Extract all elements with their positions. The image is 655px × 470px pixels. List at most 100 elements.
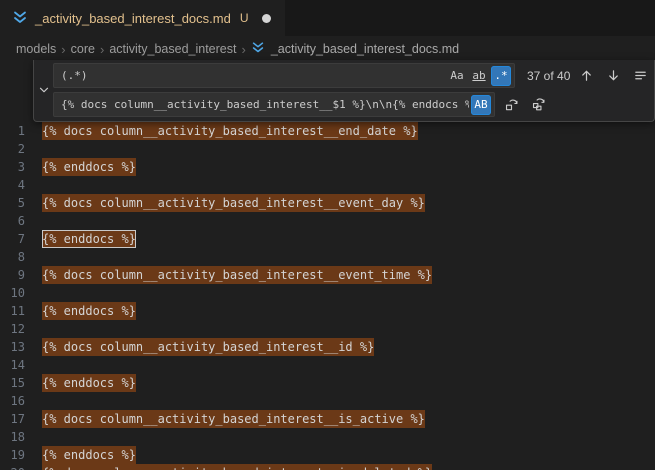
whole-word-button[interactable]: ab [469,66,489,86]
toggle-replace-button[interactable] [34,63,53,117]
line-number[interactable]: 17 [0,410,42,428]
replace-row: {% docs column__activity_based_interest_… [53,92,655,117]
find-input[interactable]: (.*) [61,69,445,82]
code-line: 17{% docs column__activity_based_interes… [0,410,655,428]
code-line: 2 [0,140,655,158]
code-line: 4 [0,176,655,194]
search-match: {% enddocs %} [42,158,136,176]
line-content[interactable]: {% docs column__activity_based_interest_… [42,122,418,140]
line-content[interactable]: {% enddocs %} [42,230,136,248]
previous-match-button[interactable] [576,65,597,86]
find-input-box: (.*) Aa ab .* [53,63,515,88]
find-row: (.*) Aa ab .* 37 of 40 [53,63,655,88]
replace-input[interactable]: {% docs column__activity_based_interest_… [61,98,469,111]
code-line: 14 [0,356,655,374]
search-match: {% docs column__activity_based_interest_… [42,122,418,140]
search-match: {% docs column__activity_based_interest_… [42,410,425,428]
current-search-match: {% enddocs %} [42,230,136,248]
code-line: 18 [0,428,655,446]
code-line: 10 [0,284,655,302]
breadcrumb-item-models[interactable]: models [16,42,56,56]
breadcrumb-item-folder[interactable]: activity_based_interest [109,42,236,56]
code-line: 3{% enddocs %} [0,158,655,176]
line-content[interactable]: {% enddocs %} [42,374,136,392]
code-line: 8 [0,248,655,266]
line-number[interactable]: 16 [0,392,42,410]
line-number[interactable]: 9 [0,266,42,284]
code-line: 9{% docs column__activity_based_interest… [0,266,655,284]
chevron-down-icon [37,83,51,97]
replace-button[interactable] [501,94,522,115]
editor-tab[interactable]: _activity_based_interest_docs.md U [0,0,285,36]
breadcrumb-separator: › [241,42,245,57]
line-number[interactable]: 20 [0,464,42,470]
replace-all-icon [531,97,546,112]
match-case-button[interactable]: Aa [447,66,467,86]
line-number[interactable]: 7 [0,230,42,248]
arrow-down-icon [606,68,621,83]
code-line: 7{% enddocs %} [0,230,655,248]
line-number[interactable]: 19 [0,446,42,464]
arrow-up-icon [579,68,594,83]
line-number[interactable]: 2 [0,140,42,158]
line-number[interactable]: 12 [0,320,42,338]
line-content[interactable]: {% docs column__activity_based_interest_… [42,338,374,356]
code-line: 19{% enddocs %} [0,446,655,464]
breadcrumb-item-file[interactable]: _activity_based_interest_docs.md [251,41,459,57]
code-line: 13{% docs column__activity_based_interes… [0,338,655,356]
search-match: {% enddocs %} [42,302,136,320]
line-content[interactable]: {% enddocs %} [42,158,136,176]
line-number[interactable]: 4 [0,176,42,194]
line-number[interactable]: 5 [0,194,42,212]
line-number[interactable]: 8 [0,248,42,266]
editor-lines: 1{% docs column__activity_based_interest… [0,122,655,470]
tab-bar: _activity_based_interest_docs.md U [0,0,655,36]
line-content[interactable]: {% docs column__activity_based_interest_… [42,266,432,284]
line-content[interactable]: {% docs column__activity_based_interest_… [42,464,432,470]
line-number[interactable]: 3 [0,158,42,176]
line-number[interactable]: 14 [0,356,42,374]
line-number[interactable]: 10 [0,284,42,302]
search-match: {% docs column__activity_based_interest_… [42,266,432,284]
line-content[interactable]: {% enddocs %} [42,446,136,464]
breadcrumb-item-core[interactable]: core [71,42,95,56]
replace-all-button[interactable] [528,94,549,115]
breadcrumb-separator: › [61,42,65,57]
git-status-badge: U [240,11,249,25]
preserve-case-button[interactable]: AB [471,95,491,115]
find-replace-widget: (.*) Aa ab .* 37 of 40 [33,60,655,122]
next-match-button[interactable] [603,65,624,86]
markdown-file-icon [251,41,267,57]
search-match: {% docs column__activity_based_interest_… [42,464,432,470]
markdown-file-icon [12,10,28,26]
search-match: {% enddocs %} [42,374,136,392]
search-match: {% enddocs %} [42,446,136,464]
find-in-selection-button[interactable] [630,65,651,86]
breadcrumb-separator: › [100,42,104,57]
results-count: 37 of 40 [527,69,570,83]
code-line: 12 [0,320,655,338]
line-number[interactable]: 11 [0,302,42,320]
line-content[interactable]: {% docs column__activity_based_interest_… [42,410,425,428]
code-line: 6 [0,212,655,230]
line-content[interactable]: {% enddocs %} [42,302,136,320]
line-number[interactable]: 6 [0,212,42,230]
line-number[interactable]: 15 [0,374,42,392]
unsaved-indicator-dot[interactable] [262,14,271,23]
code-line: 11{% enddocs %} [0,302,655,320]
search-match: {% docs column__activity_based_interest_… [42,338,374,356]
code-line: 15{% enddocs %} [0,374,655,392]
breadcrumb: models › core › activity_based_interest … [0,36,655,62]
line-content[interactable]: {% docs column__activity_based_interest_… [42,194,425,212]
line-number[interactable]: 18 [0,428,42,446]
line-number[interactable]: 13 [0,338,42,356]
replace-icon [504,97,519,112]
regex-button[interactable]: .* [491,66,511,86]
search-match: {% docs column__activity_based_interest_… [42,194,425,212]
code-line: 16 [0,392,655,410]
selection-icon [633,68,648,83]
code-line: 1{% docs column__activity_based_interest… [0,122,655,140]
line-number[interactable]: 1 [0,122,42,140]
replace-input-box: {% docs column__activity_based_interest_… [53,92,495,117]
code-line: 5{% docs column__activity_based_interest… [0,194,655,212]
